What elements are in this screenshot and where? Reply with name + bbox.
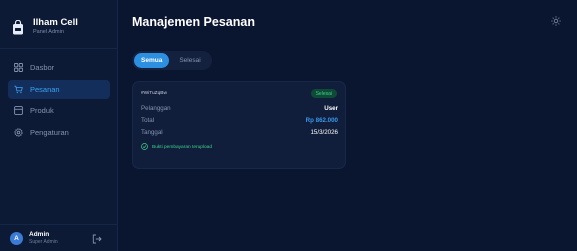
payment-proof-status[interactable]: Bukti pembayaran terupload: [141, 143, 212, 152]
sidebar-item-label: Dasbor: [30, 63, 55, 72]
customer-value: User: [324, 105, 338, 112]
sidebar-item-dasbor[interactable]: Dasbor: [8, 58, 110, 77]
total-value: Rp 862.000: [305, 117, 338, 124]
page-title: Manajemen Pesanan: [132, 15, 255, 29]
sidebar-item-label: Pesanan: [30, 84, 60, 94]
tab-semua[interactable]: Semua: [134, 53, 170, 68]
sidebar-item-produk[interactable]: Produk: [8, 101, 110, 120]
divider: [0, 224, 118, 225]
tab-selesai[interactable]: Selesai: [172, 53, 207, 68]
check-circle-icon: [141, 143, 148, 152]
gear-icon: [14, 127, 23, 137]
sidebar-item-label: Produk: [30, 106, 54, 115]
customer-label: Pelanggan: [141, 105, 171, 112]
dashboard-icon: [14, 63, 23, 72]
order-id: #WiTuZqBw: [141, 91, 167, 96]
order-customer-row: Pelanggan User: [141, 105, 338, 112]
logout-icon[interactable]: [92, 234, 102, 244]
user-name: Admin: [29, 231, 50, 239]
user-profile: A Admin Super Admin: [8, 229, 110, 248]
date-label: Tanggal: [141, 129, 163, 136]
brand[interactable]: Ilham Cell Panel Admin: [10, 10, 110, 44]
sidebar-item-label: Pengaturan: [30, 127, 69, 137]
date-value: 15/3/2026: [310, 129, 338, 136]
total-label: Total: [141, 117, 155, 124]
order-card[interactable]: #WiTuZqBw Selesai Pelanggan User Total R…: [132, 81, 346, 169]
box-icon: [14, 106, 23, 115]
sidebar: Ilham Cell Panel Admin Dasbor Pesanan Pr…: [0, 0, 118, 251]
brand-subtitle: Panel Admin: [33, 28, 64, 35]
sidebar-nav: Dasbor Pesanan Produk Pengaturan: [8, 58, 110, 144]
sidebar-item-pesanan[interactable]: Pesanan: [8, 79, 110, 99]
order-total-row: Total Rp 862.000: [141, 117, 338, 124]
shopping-bag-icon: [10, 18, 26, 36]
avatar: A: [10, 232, 23, 245]
divider: [0, 48, 118, 49]
sun-icon[interactable]: [551, 16, 561, 26]
status-badge: Selesai: [310, 89, 337, 98]
brand-name: Ilham Cell: [33, 17, 78, 29]
payment-proof-text: Bukti pembayaran terupload: [152, 145, 212, 150]
cart-icon: [14, 85, 23, 94]
sidebar-item-pengaturan[interactable]: Pengaturan: [8, 123, 110, 142]
user-role: Super Admin: [29, 239, 58, 246]
filter-tabs: Semua Selesai: [132, 51, 212, 70]
order-date-row: Tanggal 15/3/2026: [141, 129, 338, 136]
